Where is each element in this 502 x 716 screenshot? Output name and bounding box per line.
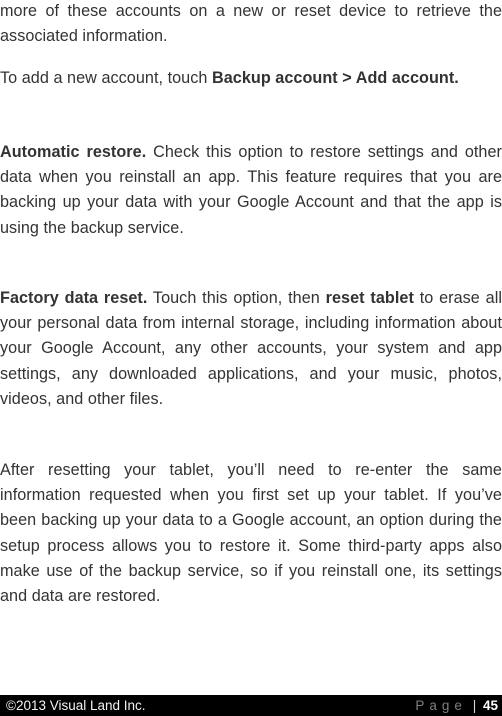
- text-run: After resetting your tablet, you’ll need…: [0, 461, 502, 606]
- bold-term: Backup account > Add account.: [211, 69, 459, 87]
- page-label: Page: [415, 698, 467, 713]
- paragraph-add-account: To add a new account, touch Backup accou…: [0, 66, 502, 91]
- text-run: Touch this option, then: [147, 289, 326, 307]
- page-number: 45: [482, 698, 498, 713]
- text-run: more of these accounts on a new or reset…: [0, 2, 502, 46]
- copyright-text: ©2013 Visual Land Inc.: [6, 698, 146, 713]
- text-run: To add a new account, touch: [0, 69, 212, 87]
- page-separator: |: [472, 698, 477, 713]
- paragraph-automatic-restore: Automatic restore. Check this option to …: [0, 140, 502, 241]
- paragraph-factory-data-reset: Factory data reset. Touch this option, t…: [0, 286, 502, 412]
- bold-term: Automatic restore.: [0, 143, 147, 161]
- paragraph-after-resetting: After resetting your tablet, you’ll need…: [0, 458, 502, 609]
- page-footer: ©2013 Visual Land Inc. Page | 45: [0, 695, 502, 716]
- bold-term: reset tablet: [325, 289, 414, 307]
- paragraph-retrieve-info: more of these accounts on a new or reset…: [0, 0, 502, 49]
- bold-term: Factory data reset.: [0, 289, 148, 307]
- page-indicator: Page | 45: [415, 695, 498, 716]
